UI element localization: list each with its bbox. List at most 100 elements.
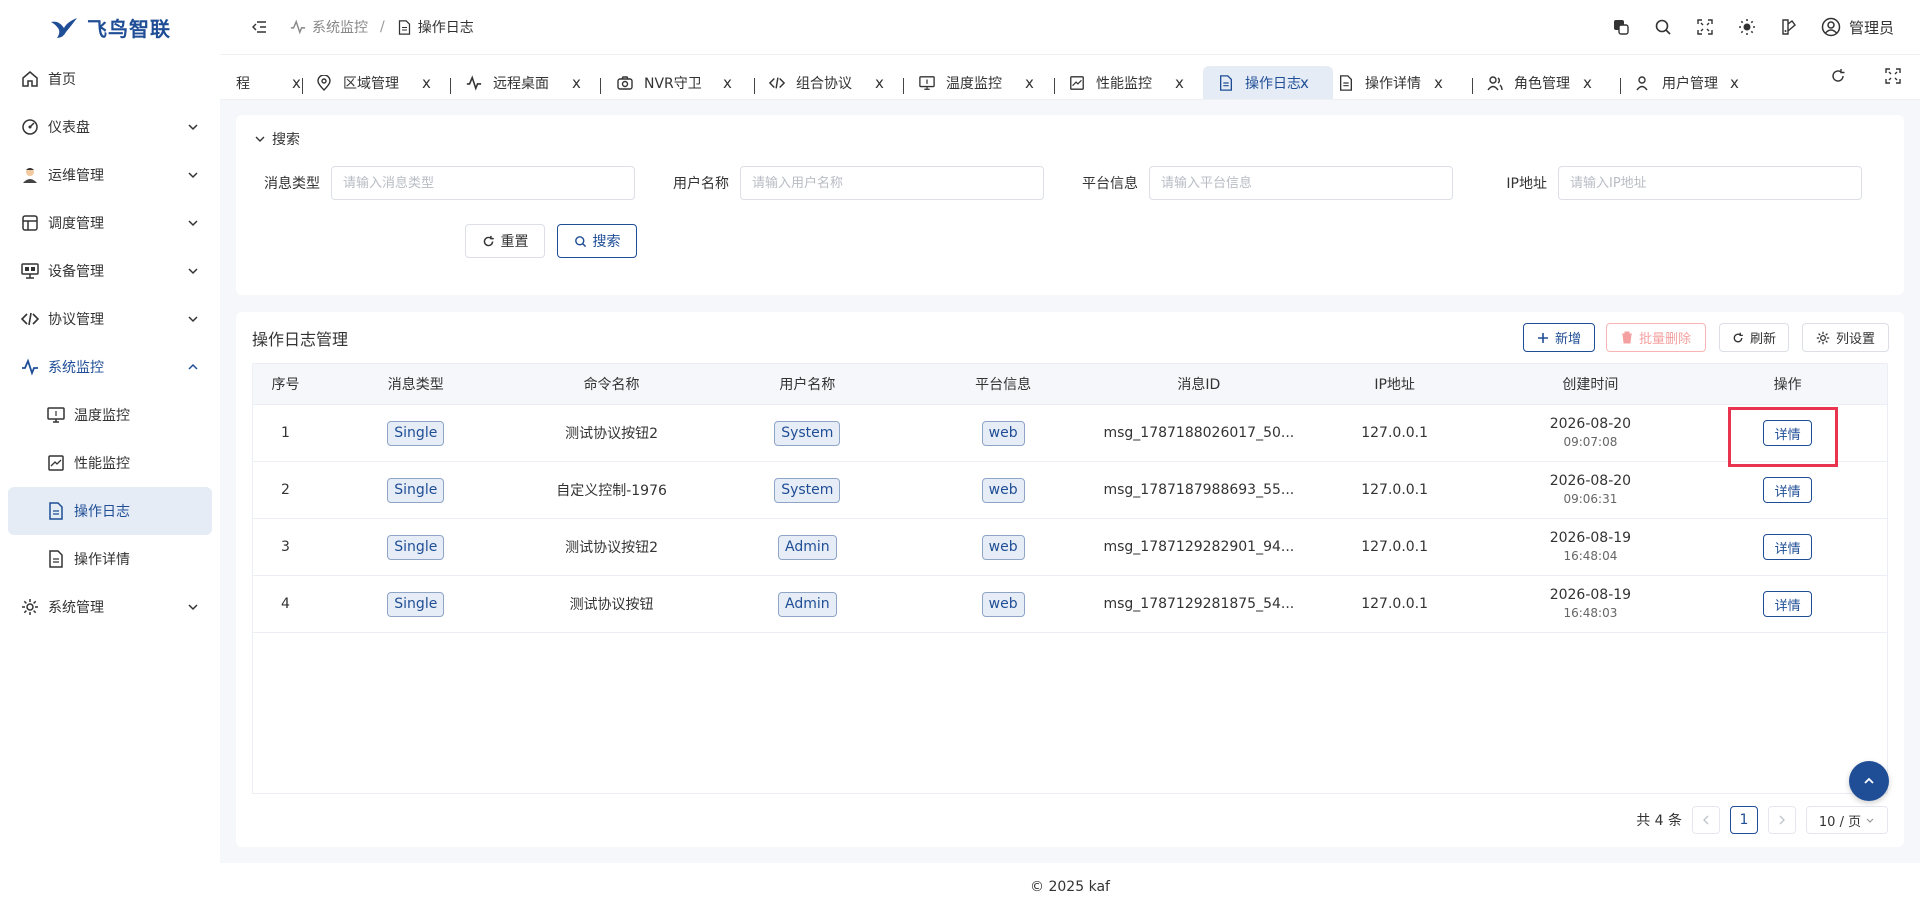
table-row[interactable]: 4 Single 测试协议按钮 Admin web msg_1787129281… [253,576,1887,633]
tab-item[interactable]: 性能监控 x [1068,66,1198,99]
monitor-icon [918,74,936,92]
tab-item[interactable]: 角色管理 x [1486,66,1616,99]
tab-item[interactable]: 温度监控 x [918,66,1048,99]
sidebar-item-system-monitor[interactable]: 系统监控 [0,343,220,391]
batch-delete-label: 批量删除 [1638,332,1691,347]
column-settings-button[interactable]: 列设置 [1802,323,1889,352]
column-settings-label: 列设置 [1835,332,1875,347]
close-icon[interactable]: x [1175,74,1184,92]
search-icon[interactable] [1653,17,1673,37]
ip-input[interactable] [1558,166,1862,200]
batch-delete-button[interactable]: 批量删除 [1606,323,1706,352]
sidebar-item-ops[interactable]: 运维管理 [0,151,220,199]
message-type-input[interactable] [331,166,635,200]
maximize-icon[interactable] [1884,67,1901,88]
user-menu[interactable]: 管理员 [1821,17,1894,38]
back-to-top-button[interactable] [1849,761,1889,801]
created-time: 2026-08-19 16:48:03 [1493,576,1689,632]
column-header[interactable]: 命令名称 [514,364,710,404]
search-toggle[interactable]: 搜索 [254,129,300,149]
engineer-avatar-icon [20,165,40,185]
close-icon[interactable]: x [292,74,301,92]
column-header[interactable]: IP地址 [1297,364,1493,404]
close-icon[interactable]: x [422,74,431,92]
chart-icon [46,453,66,473]
close-icon[interactable]: x [1025,74,1034,92]
refresh-icon [483,235,494,246]
tab-item[interactable]: 远程桌面 x [465,66,595,99]
detail-button[interactable]: 详情 [1763,534,1813,560]
sidebar-subitem-operation-detail[interactable]: 操作详情 [8,535,212,583]
platform-input[interactable] [1149,166,1453,200]
tab-divider [1472,78,1473,94]
tab-item[interactable]: 组合协议 x [768,66,898,99]
sidebar-subitem-operation-log[interactable]: 操作日志 [8,487,212,535]
language-icon[interactable] [1611,17,1631,37]
table-row[interactable]: 2 Single 自定义控制-1976 System web msg_17871… [253,462,1887,519]
breadcrumb-item[interactable]: 系统监控 [290,17,368,37]
document-icon [1217,74,1235,92]
refresh-tab-icon[interactable] [1830,68,1846,88]
tab-label: 区域管理 [343,76,399,92]
column-header[interactable]: 用户名称 [709,364,905,404]
logo-text: 飞鸟智联 [87,17,171,41]
collapse-sidebar-button[interactable] [242,9,278,45]
sidebar-item-schedule[interactable]: 调度管理 [0,199,220,247]
column-header[interactable]: 消息类型 [318,364,514,404]
close-icon[interactable]: x [1300,74,1309,92]
tab-item[interactable]: NVR守卫 x [616,66,746,99]
tab-item[interactable]: 区域管理 x [315,66,445,99]
close-icon[interactable]: x [1583,74,1592,92]
close-icon[interactable]: x [723,74,732,92]
close-icon[interactable]: x [1434,74,1443,92]
pulse-icon [290,19,306,35]
tab-item[interactable]: 操作详情 x [1337,66,1467,99]
fullscreen-icon[interactable] [1695,17,1715,37]
column-header[interactable]: 平台信息 [905,364,1101,404]
tab-operation-log[interactable]: 操作日志 x [1203,66,1333,99]
page-number[interactable]: 1 [1730,806,1758,834]
table-row[interactable]: 3 Single 测试协议按钮2 Admin web msg_178712928… [253,519,1887,576]
user-tag: System [774,477,841,503]
column-header[interactable]: 序号 [253,364,318,404]
detail-button[interactable]: 详情 [1763,477,1813,503]
sun-icon[interactable] [1737,17,1757,37]
page-size-select[interactable]: 10 / 页 [1806,806,1888,834]
user-name: 管理员 [1848,18,1894,37]
sidebar-item-dashboard[interactable]: 仪表盘 [0,103,220,151]
row-index: 3 [281,539,290,555]
close-icon[interactable]: x [572,74,581,92]
close-icon[interactable]: x [1730,74,1739,92]
command-name: 测试协议按钮 [569,597,654,613]
prev-page-button[interactable] [1692,806,1720,834]
field-message-type: 消息类型 [236,166,635,200]
theme-icon[interactable] [1779,17,1799,37]
sidebar-item-protocol[interactable]: 协议管理 [0,295,220,343]
user-name-input[interactable] [740,166,1044,200]
refresh-button[interactable]: 刷新 [1719,323,1789,352]
reset-label: 重置 [500,234,529,250]
tab-divider [600,78,601,94]
search-button[interactable]: 搜索 [557,224,637,258]
reset-button[interactable]: 重置 [465,224,545,258]
logo[interactable]: 飞鸟智联 [0,0,220,55]
column-header[interactable]: 消息ID [1101,364,1297,404]
dashboard-icon [20,117,40,137]
next-page-button[interactable] [1768,806,1796,834]
column-header[interactable]: 创建时间 [1493,364,1689,404]
sidebar-item-home[interactable]: 首页 [0,55,220,103]
field-platform: 平台信息 [1054,166,1453,200]
sidebar-subitem-temperature[interactable]: 温度监控 [8,391,212,439]
tab-item[interactable]: 程 x [236,66,306,99]
detail-button[interactable]: 详情 [1763,591,1813,617]
sidebar-subitem-performance[interactable]: 性能监控 [8,439,212,487]
sidebar-item-label: 调度管理 [48,216,104,232]
table-row[interactable]: 1 Single 测试协议按钮2 System web msg_17871880… [253,405,1887,462]
close-icon[interactable]: x [875,74,884,92]
add-button[interactable]: 新增 [1523,323,1595,352]
sidebar-item-system-manage[interactable]: 系统管理 [0,583,220,631]
tab-item[interactable]: 用户管理 x [1634,66,1764,99]
column-header[interactable]: 操作 [1688,364,1887,404]
sidebar-item-device[interactable]: 设备管理 [0,247,220,295]
created-clock: 16:48:04 [1563,549,1618,563]
